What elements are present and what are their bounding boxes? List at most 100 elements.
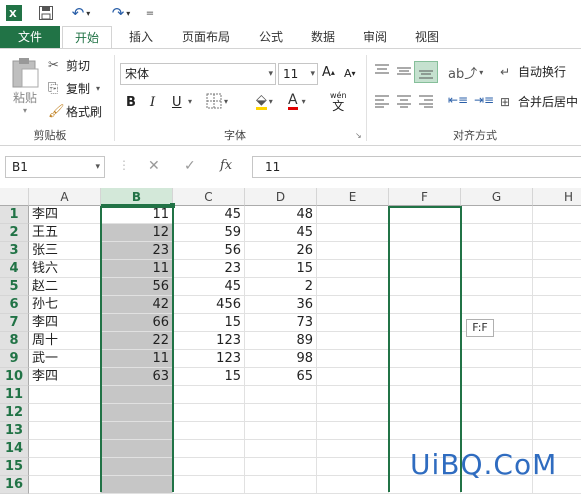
cell[interactable]: 456: [173, 296, 245, 314]
cell[interactable]: [389, 404, 461, 422]
tab-3[interactable]: 页面布局: [170, 26, 242, 48]
cell[interactable]: [317, 440, 389, 458]
cell[interactable]: [29, 458, 101, 476]
tab-6[interactable]: 审阅: [352, 26, 398, 48]
borders-button[interactable]: ▾: [206, 93, 228, 109]
cell[interactable]: 15: [245, 260, 317, 278]
align-middle-button[interactable]: [395, 63, 413, 79]
tab-1[interactable]: 开始: [62, 26, 112, 48]
cell[interactable]: 65: [245, 368, 317, 386]
column-header[interactable]: H: [533, 188, 581, 206]
cell[interactable]: [101, 422, 173, 440]
insert-function-icon[interactable]: fx: [220, 158, 232, 173]
row-header[interactable]: 1: [0, 206, 29, 224]
cell[interactable]: [245, 440, 317, 458]
cell[interactable]: [533, 332, 581, 350]
cell[interactable]: 23: [101, 242, 173, 260]
cell[interactable]: [317, 332, 389, 350]
row-header[interactable]: 4: [0, 260, 29, 278]
cell[interactable]: [317, 476, 389, 494]
cell[interactable]: [29, 440, 101, 458]
undo-icon[interactable]: ↶ ▾: [66, 3, 96, 23]
cell[interactable]: 36: [245, 296, 317, 314]
row-header[interactable]: 3: [0, 242, 29, 260]
format-painter-button[interactable]: 🖌 格式刷: [48, 101, 102, 121]
cell[interactable]: [389, 332, 461, 350]
cell[interactable]: [461, 404, 533, 422]
cell[interactable]: [533, 368, 581, 386]
align-center-button[interactable]: [395, 93, 413, 109]
column-header[interactable]: D: [245, 188, 317, 206]
cell[interactable]: [317, 386, 389, 404]
cell[interactable]: 11: [101, 260, 173, 278]
cell[interactable]: [461, 242, 533, 260]
cell[interactable]: [533, 224, 581, 242]
cell[interactable]: 45: [173, 278, 245, 296]
underline-button[interactable]: U: [172, 95, 182, 110]
cell[interactable]: 42: [101, 296, 173, 314]
cell[interactable]: [245, 404, 317, 422]
row-header[interactable]: 14: [0, 440, 29, 458]
cell[interactable]: [389, 296, 461, 314]
column-header[interactable]: F: [389, 188, 461, 206]
cell[interactable]: [317, 422, 389, 440]
row-header[interactable]: 10: [0, 368, 29, 386]
cell[interactable]: [461, 224, 533, 242]
row-header[interactable]: 8: [0, 332, 29, 350]
row-header[interactable]: 6: [0, 296, 29, 314]
cell[interactable]: 66: [101, 314, 173, 332]
cell[interactable]: [317, 278, 389, 296]
cell[interactable]: 73: [245, 314, 317, 332]
cell[interactable]: [317, 368, 389, 386]
phonetic-button[interactable]: wén 文: [330, 91, 347, 112]
cell[interactable]: 59: [173, 224, 245, 242]
cell[interactable]: [317, 296, 389, 314]
orientation-button[interactable]: ab⤴ ▾: [448, 63, 483, 82]
cell[interactable]: [317, 458, 389, 476]
align-right-button[interactable]: [417, 93, 435, 109]
cell[interactable]: 周十: [29, 332, 101, 350]
bold-button[interactable]: B: [126, 95, 136, 110]
cell[interactable]: [389, 206, 461, 224]
cell[interactable]: [533, 314, 581, 332]
cell[interactable]: [533, 278, 581, 296]
cell[interactable]: [317, 242, 389, 260]
font-color-button[interactable]: A ▾: [288, 93, 306, 110]
copy-button[interactable]: ⎘ 复制 ▾: [48, 78, 100, 98]
enter-icon[interactable]: ✓: [184, 158, 196, 174]
cell[interactable]: [461, 368, 533, 386]
cell[interactable]: [29, 404, 101, 422]
cell[interactable]: [461, 206, 533, 224]
cell[interactable]: [389, 314, 461, 332]
cell[interactable]: [461, 386, 533, 404]
cell[interactable]: 15: [173, 368, 245, 386]
cell[interactable]: [389, 386, 461, 404]
cell[interactable]: 钱六: [29, 260, 101, 278]
name-box[interactable]: B1 ▾: [5, 156, 105, 178]
tab-5[interactable]: 数据: [300, 26, 346, 48]
font-name-select[interactable]: 宋体 ▾: [120, 63, 276, 85]
cell[interactable]: 45: [173, 206, 245, 224]
underline-dropdown[interactable]: ▾: [188, 97, 192, 106]
cell[interactable]: [317, 404, 389, 422]
merge-center-button[interactable]: ⊞ 合并后居中: [500, 93, 578, 110]
cell[interactable]: [173, 440, 245, 458]
cell[interactable]: [389, 278, 461, 296]
cell[interactable]: [461, 350, 533, 368]
cell[interactable]: 孙七: [29, 296, 101, 314]
cell[interactable]: [317, 206, 389, 224]
formula-input[interactable]: 11: [252, 156, 581, 178]
cell[interactable]: [245, 458, 317, 476]
cell[interactable]: [29, 476, 101, 494]
cell[interactable]: [173, 404, 245, 422]
cell[interactable]: 45: [245, 224, 317, 242]
decrease-indent-button[interactable]: ⇤≡: [448, 93, 468, 107]
align-top-button[interactable]: [373, 63, 391, 79]
tab-4[interactable]: 公式: [248, 26, 294, 48]
cell[interactable]: [245, 422, 317, 440]
cell[interactable]: [533, 260, 581, 278]
cell[interactable]: [173, 386, 245, 404]
column-header[interactable]: B: [101, 188, 173, 206]
italic-button[interactable]: I: [150, 95, 155, 110]
row-header[interactable]: 13: [0, 422, 29, 440]
